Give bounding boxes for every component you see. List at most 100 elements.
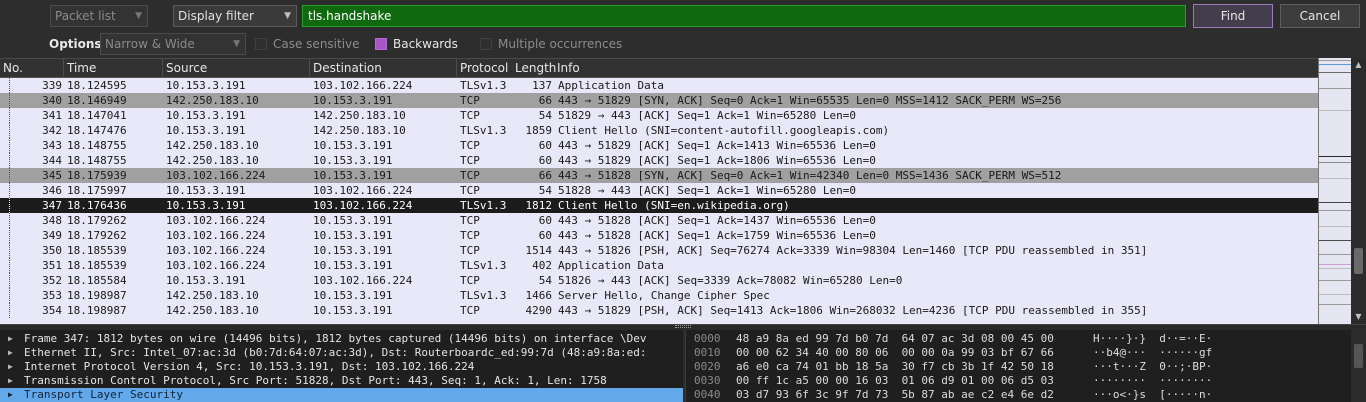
packet-row[interactable]: 348 18.179262 103.102.166.224 10.153.3.191 T… — [0, 213, 1318, 228]
column-header-no[interactable]: No. — [0, 59, 63, 78]
detail-tree-item[interactable]: ▶ Transport Layer Security — [0, 388, 683, 402]
packet-number: 351 — [42, 259, 62, 272]
packet-row[interactable]: 342 18.147476 10.153.3.191 142.250.183.10 TL… — [0, 123, 1318, 138]
byte-hex[interactable]: 00 ff 1c a5 00 00 16 03 01 06 d9 01 00 0… — [736, 374, 1054, 388]
packet-number: 354 — [42, 304, 62, 317]
scrollbar-thumb[interactable] — [1354, 344, 1363, 368]
packet-protocol: TCP — [460, 229, 480, 242]
column-header-length[interactable]: Length — [512, 59, 556, 78]
packet-bytes-pane: 0000 48 a9 8a ed 99 7d b0 7d 64 07 ac 3d … — [685, 330, 1366, 402]
packet-number: 353 — [42, 289, 62, 302]
byte-ascii[interactable]: H····}·} d··=··E· — [1093, 332, 1212, 346]
packet-row[interactable]: 354 18.198987 142.250.183.10 10.153.3.191 TC… — [0, 303, 1318, 318]
packet-number: 348 — [42, 214, 62, 227]
packet-info: Server Hello, Change Cipher Spec — [558, 289, 770, 302]
packet-row[interactable]: 353 18.198987 142.250.183.10 10.153.3.191 TL… — [0, 288, 1318, 303]
packet-row[interactable]: 349 18.179262 103.102.166.224 10.153.3.191 T… — [0, 228, 1318, 243]
byte-hex[interactable]: 00 00 62 34 40 00 80 06 00 00 0a 99 03 b… — [736, 346, 1054, 360]
packet-source: 103.102.166.224 — [166, 169, 266, 182]
byte-ascii[interactable]: ··b4@··· ······gf — [1093, 346, 1212, 360]
search-in-dropdown[interactable]: Packet list ▼ — [50, 5, 148, 27]
packet-row[interactable]: 339 18.124595 10.153.3.191 103.102.166.224 T… — [0, 78, 1318, 93]
byte-ascii[interactable]: ········ ········ — [1093, 374, 1212, 388]
packet-time: 18.176436 — [67, 199, 127, 212]
packet-length: 1812 — [525, 199, 553, 212]
packet-source: 10.153.3.191 — [166, 124, 246, 137]
packet-minimap[interactable] — [1318, 58, 1352, 324]
scrollbar-thumb[interactable] — [1354, 248, 1363, 274]
detail-tree-item[interactable]: ▶ Ethernet II, Src: Intel_07:ac:3d (b0:7d… — [0, 346, 683, 360]
detail-tree-item[interactable]: ▶ Transmission Control Protocol, Src Port… — [0, 374, 683, 388]
packet-list: No. Time Source Destination Protocol Len… — [0, 58, 1366, 324]
minimap-mark — [1319, 210, 1352, 211]
detail-tree-item[interactable]: ▶ Frame 347: 1812 bytes on wire (14496 bi… — [0, 332, 683, 346]
packet-row[interactable]: 347 18.176436 10.153.3.191 103.102.166.224 T… — [0, 198, 1318, 213]
packet-row[interactable]: 343 18.148755 142.250.183.10 10.153.3.191 TC… — [0, 138, 1318, 153]
find-button[interactable]: Find — [1193, 4, 1273, 28]
packet-number: 339 — [42, 79, 62, 92]
minimap-mark — [1319, 254, 1352, 255]
byte-offset[interactable]: 0030 — [694, 374, 721, 388]
packet-row[interactable]: 340 18.146949 142.250.183.10 10.153.3.191 TC… — [0, 93, 1318, 108]
packet-list-scrollbar[interactable]: ▲ ▼ — [1351, 58, 1366, 324]
minimap-mark — [1319, 226, 1352, 227]
byte-offset[interactable]: 0040 — [694, 388, 721, 402]
triangle-right-icon[interactable]: ▶ — [8, 332, 13, 346]
search-type-dropdown[interactable]: Display filter ▼ — [173, 5, 297, 27]
packet-time: 18.198987 — [67, 289, 127, 302]
search-in-value: Packet list — [55, 9, 116, 23]
triangle-right-icon[interactable]: ▶ — [8, 374, 13, 388]
packet-row[interactable]: 346 18.175997 10.153.3.191 103.102.166.224 T… — [0, 183, 1318, 198]
packet-row[interactable]: 351 18.185539 103.102.166.224 10.153.3.191 T… — [0, 258, 1318, 273]
packet-row[interactable]: 341 18.147041 10.153.3.191 142.250.183.10 TC… — [0, 108, 1318, 123]
column-header-source[interactable]: Source — [162, 59, 309, 78]
byte-ascii[interactable]: ···t···Z 0··;·BP· — [1093, 360, 1212, 374]
packet-destination: 10.153.3.191 — [313, 169, 393, 182]
byte-offset[interactable]: 0020 — [694, 360, 721, 374]
char-width-dropdown[interactable]: Narrow & Wide ▼ — [100, 33, 246, 55]
chevron-down-icon: ▼ — [284, 11, 291, 21]
byte-hex[interactable]: a6 e0 ca 74 01 bb 18 5a 30 f7 cb 3b 1f 4… — [736, 360, 1054, 374]
column-header-time[interactable]: Time — [63, 59, 162, 78]
triangle-right-icon[interactable]: ▶ — [8, 360, 13, 374]
packet-destination: 10.153.3.191 — [313, 229, 393, 242]
splitter-grip[interactable] — [675, 325, 691, 328]
arrow-down-icon[interactable]: ▼ — [1351, 310, 1366, 324]
packet-row[interactable]: 345 18.175939 103.102.166.224 10.153.3.191 T… — [0, 168, 1318, 183]
arrow-up-icon[interactable]: ▲ — [1351, 58, 1366, 72]
detail-tree-label: Ethernet II, Src: Intel_07:ac:3d (b0:7d:… — [24, 346, 647, 359]
packet-row[interactable]: 344 18.148755 142.250.183.10 10.153.3.191 TC… — [0, 153, 1318, 168]
packet-destination: 103.102.166.224 — [313, 79, 413, 92]
column-header-destination[interactable]: Destination — [309, 59, 456, 78]
column-header-info[interactable]: Info — [554, 59, 1318, 78]
minimap-mark — [1319, 304, 1352, 305]
packet-time: 18.147041 — [67, 109, 127, 122]
byte-offset[interactable]: 0000 — [694, 332, 721, 346]
packet-info: Client Hello (SNI=en.wikipedia.org) — [558, 199, 790, 212]
packet-source: 142.250.183.10 — [166, 94, 259, 107]
packet-length: 60 — [538, 139, 552, 152]
byte-hex[interactable]: 03 d7 93 6f 3c 9f 7d 73 5b 87 ab ae c2 e… — [736, 388, 1054, 402]
byte-ascii[interactable]: ···o<·}s [·····n· — [1093, 388, 1212, 402]
packet-protocol: TLSv1.3 — [460, 79, 507, 92]
packet-length: 4290 — [525, 304, 553, 317]
case-sensitive-checkbox[interactable]: Case sensitive — [255, 37, 360, 51]
packet-destination: 103.102.166.224 — [313, 184, 413, 197]
bytes-scrollbar[interactable] — [1351, 330, 1366, 402]
column-header-protocol[interactable]: Protocol — [456, 59, 512, 78]
packet-row[interactable]: 350 18.185539 103.102.166.224 10.153.3.191 T… — [0, 243, 1318, 258]
search-input[interactable] — [302, 5, 1186, 27]
packet-time: 18.148755 — [67, 154, 127, 167]
cancel-button[interactable]: Cancel — [1280, 4, 1360, 28]
triangle-right-icon[interactable]: ▶ — [8, 388, 13, 402]
multiple-occurrences-checkbox[interactable]: Multiple occurrences — [480, 37, 622, 51]
packet-details-pane: ▶ Frame 347: 1812 bytes on wire (14496 bi… — [0, 330, 683, 402]
byte-offset[interactable]: 0010 — [694, 346, 721, 360]
byte-hex[interactable]: 48 a9 8a ed 99 7d b0 7d 64 07 ac 3d 08 0… — [736, 332, 1054, 346]
packet-row[interactable]: 352 18.185584 10.153.3.191 103.102.166.224 T… — [0, 273, 1318, 288]
backwards-checkbox[interactable]: Backwards — [375, 37, 458, 51]
triangle-right-icon[interactable]: ▶ — [8, 346, 13, 360]
bytes-row: 0010 00 00 62 34 40 00 80 06 00 00 0a 99 … — [686, 346, 1351, 360]
packet-destination: 10.153.3.191 — [313, 94, 393, 107]
detail-tree-item[interactable]: ▶ Internet Protocol Version 4, Src: 10.15… — [0, 360, 683, 374]
